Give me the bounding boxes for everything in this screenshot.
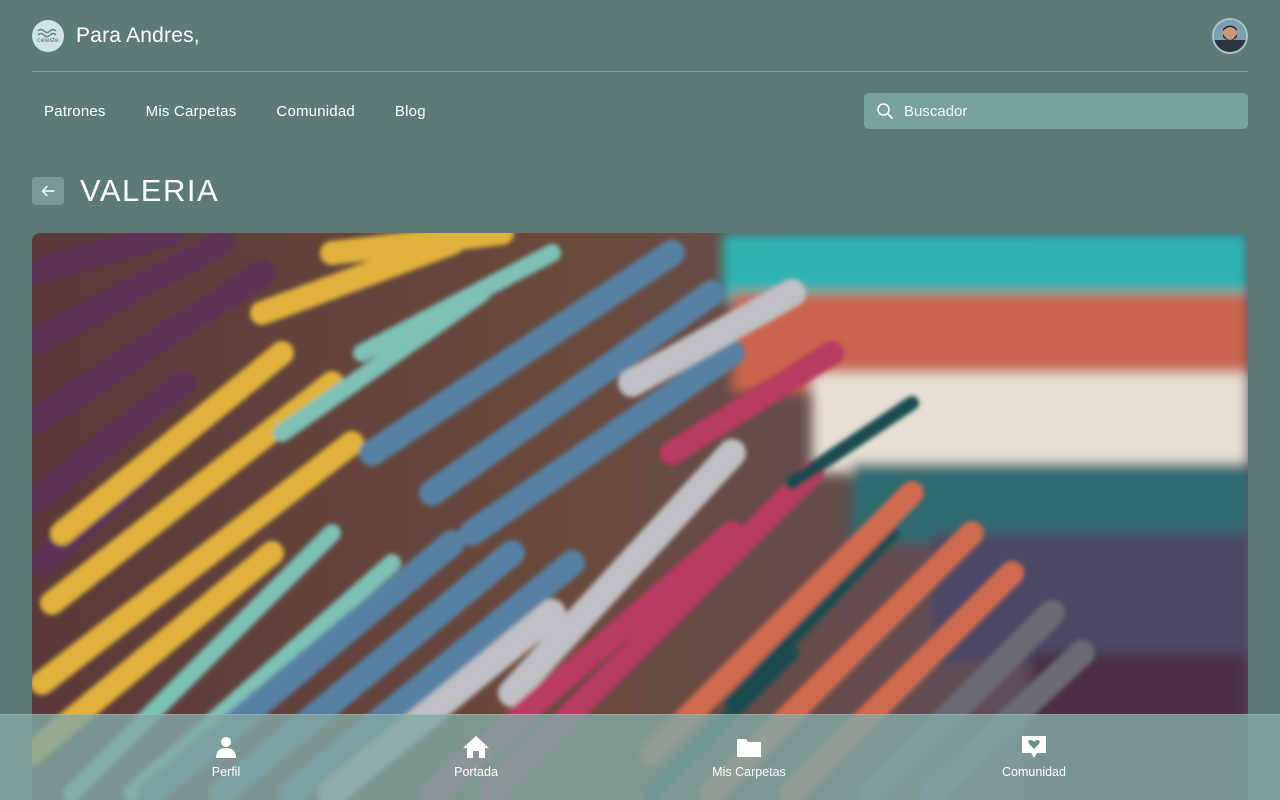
bottom-nav-portada[interactable]: Portada xyxy=(406,735,546,779)
bottom-nav-label: Portada xyxy=(454,765,498,779)
brand: celeste Para Andres, xyxy=(32,19,200,52)
home-icon xyxy=(463,736,489,758)
logo-text: celeste xyxy=(37,36,59,44)
bottom-nav-mis-carpetas[interactable]: Mis Carpetas xyxy=(679,735,819,779)
top-bar: celeste Para Andres, xyxy=(32,0,1248,72)
avatar-photo-icon xyxy=(1214,19,1246,52)
bottom-nav-comunidad[interactable]: Comunidad xyxy=(964,735,1104,779)
arrow-left-icon xyxy=(41,185,55,197)
brand-logo[interactable]: celeste xyxy=(32,19,64,52)
nav-item-patrones[interactable]: Patrones xyxy=(32,95,118,128)
user-avatar[interactable] xyxy=(1212,17,1248,54)
page-header: VALERIA xyxy=(32,172,219,210)
search-box[interactable] xyxy=(864,93,1248,129)
nav-item-mis-carpetas[interactable]: Mis Carpetas xyxy=(134,95,249,128)
search-input[interactable] xyxy=(904,102,1236,120)
nav-item-blog[interactable]: Blog xyxy=(383,95,438,128)
search-icon xyxy=(877,103,893,119)
chat-heart-icon xyxy=(1022,736,1046,758)
nav-row: Patrones Mis Carpetas Comunidad Blog xyxy=(32,93,1248,129)
greeting-text: Para Andres, xyxy=(76,23,200,47)
person-icon xyxy=(216,737,236,758)
bottom-nav-perfil[interactable]: Perfil xyxy=(156,735,296,779)
nav-item-comunidad[interactable]: Comunidad xyxy=(264,95,367,128)
bottom-nav-label: Mis Carpetas xyxy=(712,765,786,779)
main-nav: Patrones Mis Carpetas Comunidad Blog xyxy=(32,95,454,128)
folder-icon xyxy=(737,739,761,757)
page-title: VALERIA xyxy=(80,173,220,208)
bottom-nav-label: Perfil xyxy=(211,765,241,779)
back-button[interactable] xyxy=(32,177,64,205)
bottom-nav-label: Comunidad xyxy=(1002,765,1066,779)
bottom-nav: Perfil Portada Mis Carpetas Comunidad xyxy=(0,714,1280,800)
